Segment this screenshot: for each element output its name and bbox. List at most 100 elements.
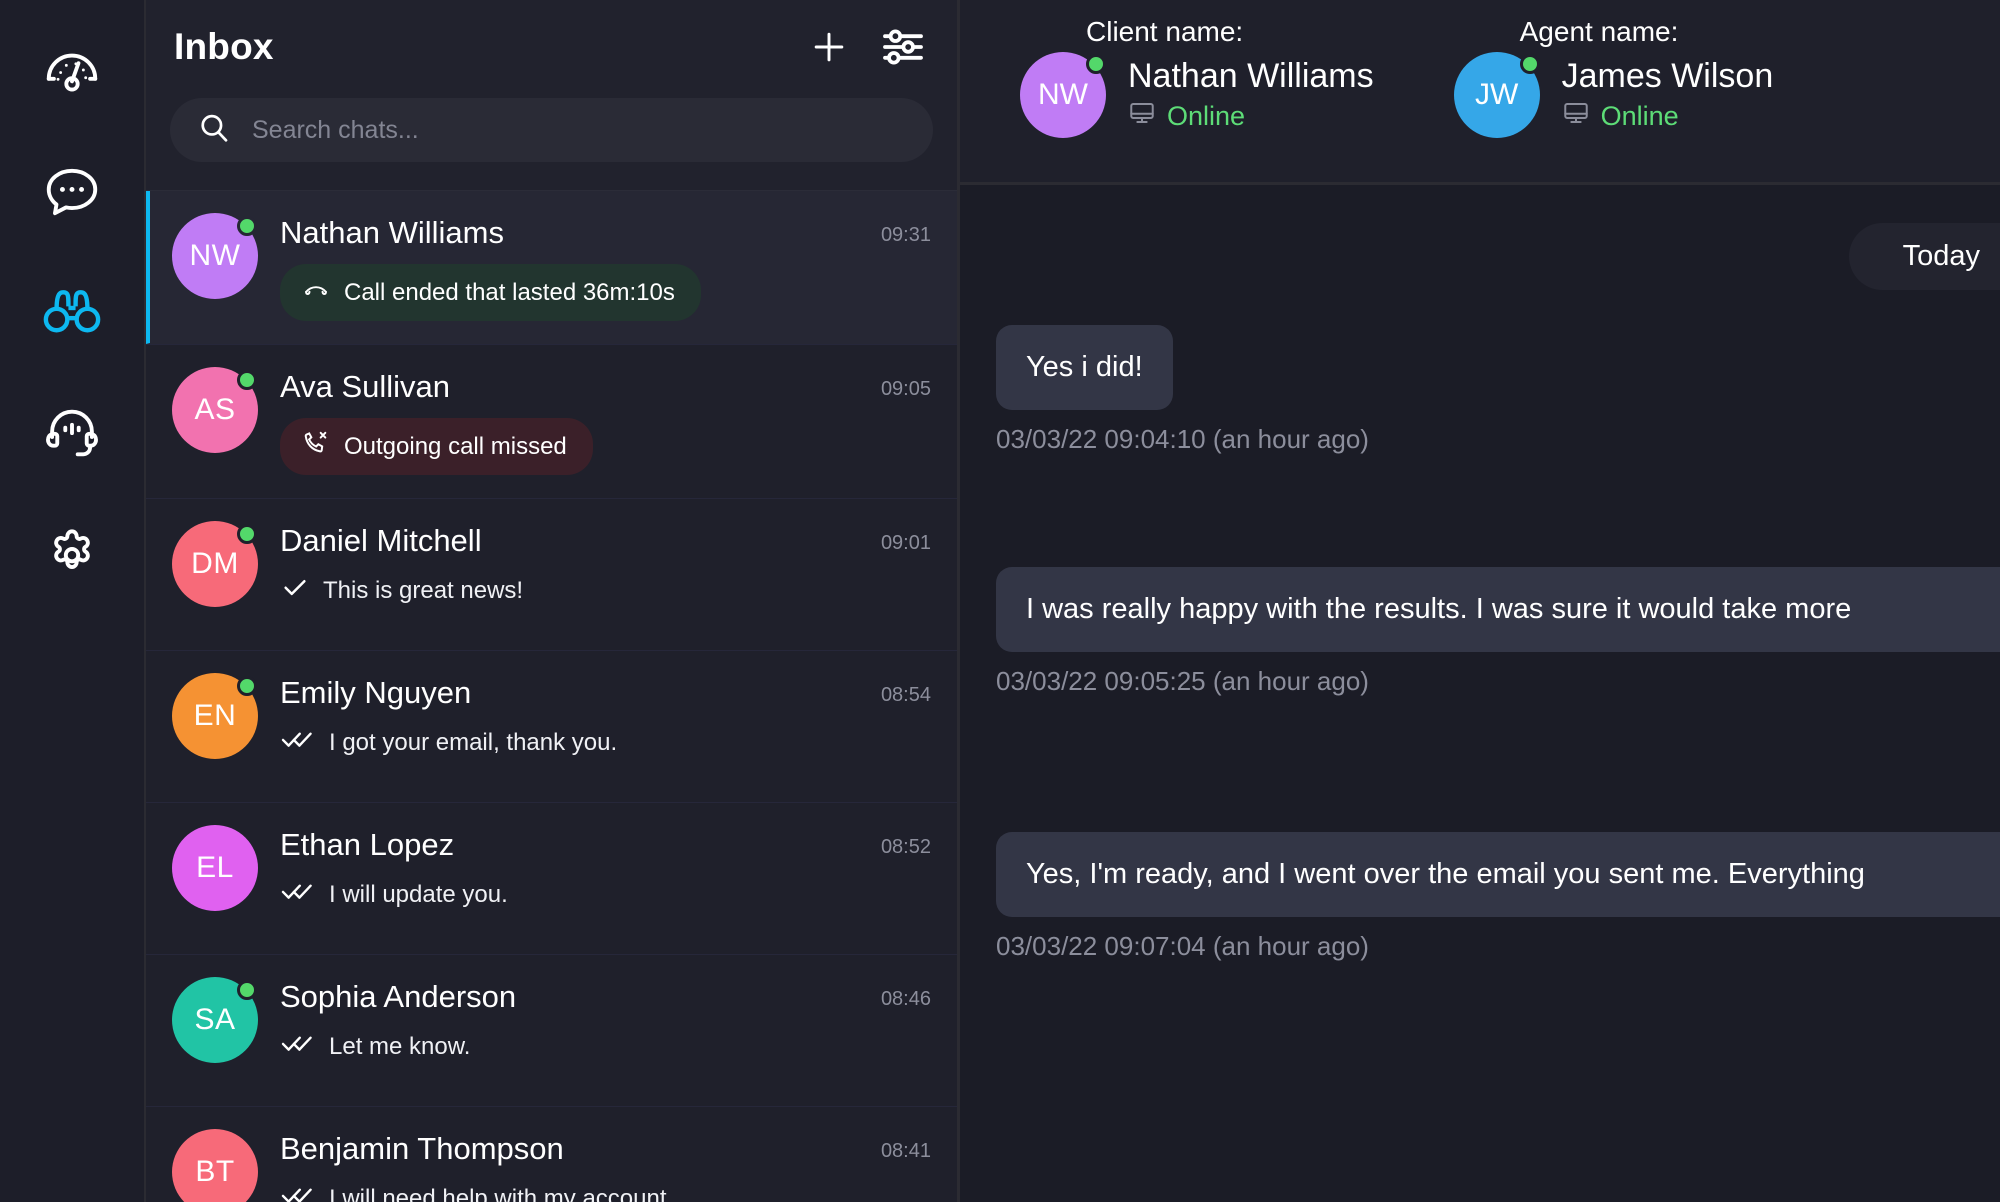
- sidebar-item-dashboard[interactable]: [35, 34, 109, 108]
- chat-contact-name: Ethan Lopez: [280, 827, 455, 862]
- chat-list-item-ava-sullivan[interactable]: AS Ava Sullivan 09:05 Outgoing call miss…: [146, 344, 957, 498]
- agent-avatar-initials: JW: [1474, 78, 1519, 111]
- chat-list-item-benjamin-thompson[interactable]: BT Benjamin Thompson 08:41 I will need h…: [146, 1106, 957, 1202]
- chat-timestamp: 09:01: [880, 532, 931, 554]
- chat-preview: This is great news!: [280, 572, 523, 609]
- double-check-icon: [280, 1028, 316, 1065]
- chat-preview-text: I will need help with my account.: [329, 1184, 674, 1202]
- chat-timestamp: 08:41: [880, 1140, 931, 1162]
- chat-bubble-icon: [41, 160, 103, 222]
- chat-list-item-daniel-mitchell[interactable]: DM Daniel Mitchell 09:01 This is great n…: [146, 498, 957, 650]
- sidebar-item-support[interactable]: [35, 394, 109, 468]
- day-divider: Today: [1848, 223, 2000, 290]
- chat-preview-text: This is great news!: [323, 576, 524, 604]
- double-check-icon: [280, 876, 316, 913]
- chat-timestamp: 08:54: [880, 684, 931, 706]
- chat-preview: I will need help with my account.: [280, 1180, 673, 1202]
- chat-preview: I will update you.: [280, 876, 508, 913]
- avatar: BT: [172, 1129, 258, 1202]
- page-title: Inbox: [174, 26, 274, 67]
- online-status-dot: [1086, 54, 1106, 74]
- sidebar-item-monitoring[interactable]: [35, 274, 109, 348]
- client-label: Client name:: [1086, 16, 1244, 47]
- online-status-dot: [237, 216, 257, 236]
- agent-info: Agent name: JW James Wilson Online: [1453, 16, 1774, 138]
- plus-icon[interactable]: [807, 25, 851, 69]
- client-avatar-initials: NW: [1038, 78, 1088, 111]
- sidebar-item-settings[interactable]: [35, 514, 109, 588]
- client-info: Client name: NW Nathan Williams Online: [1020, 16, 1374, 138]
- check-icon: [280, 572, 310, 609]
- client-name: Nathan Williams: [1128, 56, 1374, 95]
- chat-contact-name: Emily Nguyen: [280, 675, 472, 710]
- headset-support-icon: [41, 400, 103, 462]
- inbox-pane: Inbox Search chats... NW Nathan Williams…: [146, 0, 960, 1202]
- status-badge: Call ended that lasted 36m:10s: [280, 264, 701, 321]
- chat-contact-name: Ava Sullivan: [280, 369, 451, 404]
- chat-timestamp: 08:52: [880, 836, 931, 858]
- chat-timestamp: 09:31: [880, 224, 931, 246]
- message-bubble: Yes, I'm ready, and I went over the emai…: [996, 832, 2000, 917]
- avatar: DM: [172, 521, 258, 607]
- dashboard-gauge-icon: [41, 40, 103, 102]
- agent-label: Agent name:: [1519, 16, 1679, 47]
- avatar: EL: [172, 825, 258, 911]
- chat-list-item-nathan-williams[interactable]: NW Nathan Williams 09:31 Call ended that…: [146, 191, 957, 344]
- chat-contact-name: Sophia Anderson: [280, 979, 517, 1014]
- chat-preview-text: Let me know.: [329, 1032, 471, 1060]
- status-badge: Outgoing call missed: [280, 418, 593, 475]
- desktop-monitor-icon: [1128, 99, 1156, 134]
- binoculars-icon: [39, 278, 105, 344]
- chat-preview: I got your email, thank you.: [280, 724, 617, 761]
- message-timestamp: 03/03/22 09:07:04 (an hour ago): [996, 931, 1369, 961]
- chat-list-item-emily-nguyen[interactable]: EN Emily Nguyen 08:54 I got your email, …: [146, 650, 957, 802]
- avatar: AS: [172, 367, 258, 453]
- message-item: Yes i did! 03/03/22 09:04:10 (an hour ag…: [960, 325, 2000, 455]
- client-status-text: Online: [1167, 100, 1246, 131]
- message-bubble: I was really happy with the results. I w…: [996, 567, 2000, 652]
- message-bubble: Yes i did!: [996, 325, 1173, 410]
- avatar-initials: EL: [172, 825, 258, 911]
- sidebar-item-chats[interactable]: [35, 154, 109, 228]
- message-list: Today Yes i did! 03/03/22 09:04:10 (an h…: [960, 185, 2000, 1202]
- chat-preview-text: I got your email, thank you.: [329, 728, 618, 756]
- avatar: NW: [172, 213, 258, 299]
- call-ended-icon: [302, 275, 330, 310]
- chat-timestamp: 08:46: [880, 988, 931, 1010]
- agent-status: Online: [1562, 99, 1774, 134]
- message-timestamp: 03/03/22 09:04:10 (an hour ago): [996, 424, 1369, 454]
- chat-list-item-ethan-lopez[interactable]: EL Ethan Lopez 08:52 I will update you.: [146, 802, 957, 954]
- chat-contact-name: Benjamin Thompson: [280, 1131, 564, 1166]
- chat-preview-text: Call ended that lasted 36m:10s: [344, 278, 675, 306]
- chat-list-item-sophia-anderson[interactable]: SA Sophia Anderson 08:46 Let me know.: [146, 954, 957, 1106]
- search-input[interactable]: [252, 115, 907, 145]
- search-icon: [196, 110, 232, 151]
- client-avatar: NW: [1020, 52, 1106, 138]
- double-check-icon: [280, 1180, 316, 1202]
- call-missed-icon: [302, 429, 330, 464]
- agent-avatar: JW: [1453, 52, 1540, 138]
- chat-timestamp: 09:05: [880, 378, 931, 400]
- message-timestamp: 03/03/22 09:05:25 (an hour ago): [996, 666, 1369, 696]
- desktop-monitor-icon: [1562, 99, 1590, 134]
- double-check-icon: [280, 724, 316, 761]
- avatar: EN: [172, 673, 258, 759]
- online-status-dot: [237, 980, 257, 1000]
- online-status-dot: [237, 370, 257, 390]
- avatar-initials: BT: [172, 1129, 258, 1202]
- client-status: Online: [1128, 99, 1374, 134]
- online-status-dot: [1519, 54, 1540, 74]
- chat-preview-text: I will update you.: [329, 880, 508, 908]
- agent-status-text: Online: [1600, 100, 1679, 131]
- chat-preview: Let me know.: [280, 1028, 470, 1065]
- chat-contact-name: Daniel Mitchell: [280, 523, 482, 558]
- chat-preview-text: Outgoing call missed: [344, 432, 567, 460]
- conversation-header: Client name: NW Nathan Williams Online A…: [960, 0, 2000, 185]
- online-status-dot: [237, 524, 257, 544]
- inbox-header: Inbox: [146, 0, 957, 191]
- message-item: Yes, I'm ready, and I went over the emai…: [960, 832, 2000, 962]
- sliders-filter-icon[interactable]: [879, 23, 927, 71]
- search-bar[interactable]: [170, 98, 933, 162]
- conversation-pane: Client name: NW Nathan Williams Online A…: [960, 0, 2000, 1202]
- gear-icon: [41, 520, 103, 582]
